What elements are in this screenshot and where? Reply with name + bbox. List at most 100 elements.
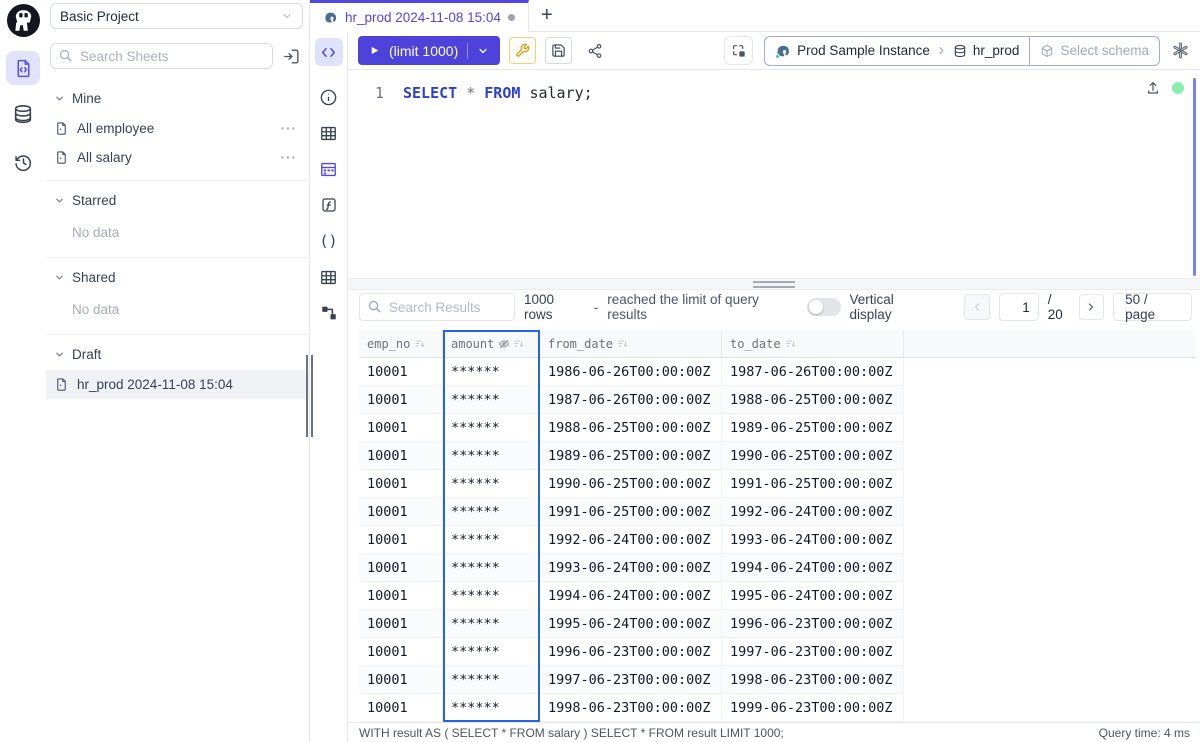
rail-history-button[interactable] bbox=[6, 145, 40, 179]
cell-emp-no[interactable]: 10001 bbox=[359, 610, 443, 638]
cell-amount[interactable]: ****** bbox=[443, 694, 540, 722]
prev-page-button[interactable] bbox=[964, 294, 989, 320]
column-header-to-date[interactable]: to_date bbox=[722, 330, 904, 358]
cell-from-date[interactable]: 1996-06-23T00:00:00Z bbox=[540, 638, 722, 666]
import-sheet-icon[interactable] bbox=[282, 47, 303, 66]
cell-from-date[interactable]: 1991-06-25T00:00:00Z bbox=[540, 498, 722, 526]
sql-code-editor[interactable]: 1 SELECT * FROM salary; bbox=[348, 70, 1200, 278]
cell-to-date[interactable]: 1989-06-25T00:00:00Z bbox=[722, 414, 904, 442]
cell-amount[interactable]: ****** bbox=[443, 582, 540, 610]
next-page-button[interactable] bbox=[1079, 294, 1104, 320]
cell-to-date[interactable]: 1987-06-26T00:00:00Z bbox=[722, 358, 904, 386]
upload-icon[interactable] bbox=[1145, 80, 1161, 96]
column-header-from-date[interactable]: from_date bbox=[540, 330, 722, 358]
cell-from-date[interactable]: 1993-06-24T00:00:00Z bbox=[540, 554, 722, 582]
cell-amount[interactable]: ****** bbox=[443, 526, 540, 554]
cell-from-date[interactable]: 1988-06-25T00:00:00Z bbox=[540, 414, 722, 442]
section-shared-header[interactable]: Shared bbox=[46, 262, 309, 293]
editor-results-splitter[interactable] bbox=[348, 278, 1200, 290]
cell-emp-no[interactable]: 10001 bbox=[359, 638, 443, 666]
cell-emp-no[interactable]: 10001 bbox=[359, 554, 443, 582]
data-panel-button[interactable] bbox=[317, 157, 341, 181]
save-sheet-button[interactable] bbox=[545, 37, 572, 64]
schema-diagram-button[interactable] bbox=[317, 301, 341, 325]
column-header-amount[interactable]: amount bbox=[443, 330, 540, 358]
sheet-search-input[interactable] bbox=[50, 43, 273, 69]
cell-to-date[interactable]: 1991-06-25T00:00:00Z bbox=[722, 470, 904, 498]
section-draft-header[interactable]: Draft bbox=[46, 339, 309, 370]
cell-from-date[interactable]: 1990-06-25T00:00:00Z bbox=[540, 470, 722, 498]
parameters-panel-button[interactable]: () bbox=[317, 229, 341, 253]
more-actions-button[interactable]: ··· bbox=[281, 121, 298, 136]
cell-to-date[interactable]: 1996-06-23T00:00:00Z bbox=[722, 610, 904, 638]
sort-icon[interactable] bbox=[513, 338, 525, 350]
cell-emp-no[interactable]: 10001 bbox=[359, 442, 443, 470]
cell-emp-no[interactable]: 10001 bbox=[359, 498, 443, 526]
cell-amount[interactable]: ****** bbox=[443, 666, 540, 694]
chevron-down-icon[interactable] bbox=[477, 45, 489, 57]
more-actions-button[interactable]: ··· bbox=[281, 150, 298, 165]
cell-to-date[interactable]: 1998-06-23T00:00:00Z bbox=[722, 666, 904, 694]
cell-from-date[interactable]: 1987-06-26T00:00:00Z bbox=[540, 386, 722, 414]
cell-emp-no[interactable]: 10001 bbox=[359, 582, 443, 610]
page-size-select[interactable]: 50 / page bbox=[1113, 293, 1192, 321]
cell-emp-no[interactable]: 10001 bbox=[359, 386, 443, 414]
avatar[interactable]: DE bbox=[1164, 2, 1190, 28]
cell-emp-no[interactable]: 10001 bbox=[359, 358, 443, 386]
connection-main[interactable]: Prod Sample Instance hr_prod bbox=[765, 37, 1029, 65]
schema-select[interactable]: Select schema bbox=[1030, 37, 1159, 65]
cell-to-date[interactable]: 1990-06-25T00:00:00Z bbox=[722, 442, 904, 470]
cell-emp-no[interactable]: 10001 bbox=[359, 526, 443, 554]
cell-from-date[interactable]: 1989-06-25T00:00:00Z bbox=[540, 442, 722, 470]
cell-amount[interactable]: ****** bbox=[443, 470, 540, 498]
new-tab-button[interactable]: + bbox=[529, 0, 565, 31]
batch-query-button[interactable] bbox=[724, 36, 753, 65]
info-panel-button[interactable] bbox=[317, 85, 341, 109]
sheet-item-all-employee[interactable]: All employee ··· bbox=[46, 114, 309, 143]
tab-hr-prod[interactable]: hr_prod 2024-11-08 15:04 bbox=[310, 0, 529, 32]
sidebar-resize-handle[interactable] bbox=[306, 355, 313, 437]
cell-emp-no[interactable]: 10001 bbox=[359, 694, 443, 722]
cell-to-date[interactable]: 1993-06-24T00:00:00Z bbox=[722, 526, 904, 554]
cell-amount[interactable]: ****** bbox=[443, 442, 540, 470]
sheet-item-draft-active[interactable]: hr_prod 2024-11-08 15:04 bbox=[46, 370, 309, 399]
cell-to-date[interactable]: 1999-06-23T00:00:00Z bbox=[722, 694, 904, 722]
cell-emp-no[interactable]: 10001 bbox=[359, 666, 443, 694]
column-header-emp-no[interactable]: emp_no bbox=[359, 330, 443, 358]
vertical-display-toggle[interactable] bbox=[807, 298, 841, 316]
cell-to-date[interactable]: 1992-06-24T00:00:00Z bbox=[722, 498, 904, 526]
schema-table-panel-button[interactable] bbox=[317, 265, 341, 289]
cell-to-date[interactable]: 1988-06-25T00:00:00Z bbox=[722, 386, 904, 414]
cell-to-date[interactable]: 1995-06-24T00:00:00Z bbox=[722, 582, 904, 610]
ai-assistant-button[interactable] bbox=[1171, 41, 1190, 60]
cell-from-date[interactable]: 1986-06-26T00:00:00Z bbox=[540, 358, 722, 386]
results-search-input[interactable] bbox=[359, 293, 515, 321]
section-mine-header[interactable]: Mine bbox=[46, 83, 309, 114]
sort-icon[interactable] bbox=[617, 338, 629, 350]
connection-select[interactable]: Prod Sample Instance hr_prod Select sche… bbox=[764, 36, 1160, 66]
cell-amount[interactable]: ****** bbox=[443, 358, 540, 386]
cell-from-date[interactable]: 1997-06-23T00:00:00Z bbox=[540, 666, 722, 694]
cell-emp-no[interactable]: 10001 bbox=[359, 414, 443, 442]
cell-from-date[interactable]: 1994-06-24T00:00:00Z bbox=[540, 582, 722, 610]
functions-panel-button[interactable] bbox=[317, 193, 341, 217]
cell-amount[interactable]: ****** bbox=[443, 498, 540, 526]
share-sheet-button[interactable] bbox=[581, 37, 608, 64]
rail-worksheets-button[interactable] bbox=[6, 51, 40, 85]
section-starred-header[interactable]: Starred bbox=[46, 185, 309, 216]
project-select[interactable]: Basic Project bbox=[50, 3, 303, 29]
sort-icon[interactable] bbox=[785, 338, 797, 350]
cell-amount[interactable]: ****** bbox=[443, 610, 540, 638]
cell-to-date[interactable]: 1994-06-24T00:00:00Z bbox=[722, 554, 904, 582]
format-sql-button[interactable] bbox=[509, 37, 536, 64]
cell-from-date[interactable]: 1995-06-24T00:00:00Z bbox=[540, 610, 722, 638]
cell-amount[interactable]: ****** bbox=[443, 386, 540, 414]
editor-scrollbar[interactable] bbox=[1193, 78, 1196, 276]
cell-amount[interactable]: ****** bbox=[443, 638, 540, 666]
cell-from-date[interactable]: 1998-06-23T00:00:00Z bbox=[540, 694, 722, 722]
cell-amount[interactable]: ****** bbox=[443, 414, 540, 442]
sort-icon[interactable] bbox=[414, 338, 426, 350]
rail-databases-button[interactable] bbox=[6, 98, 40, 132]
cell-amount[interactable]: ****** bbox=[443, 554, 540, 582]
run-query-button[interactable]: (limit 1000) bbox=[358, 36, 500, 65]
